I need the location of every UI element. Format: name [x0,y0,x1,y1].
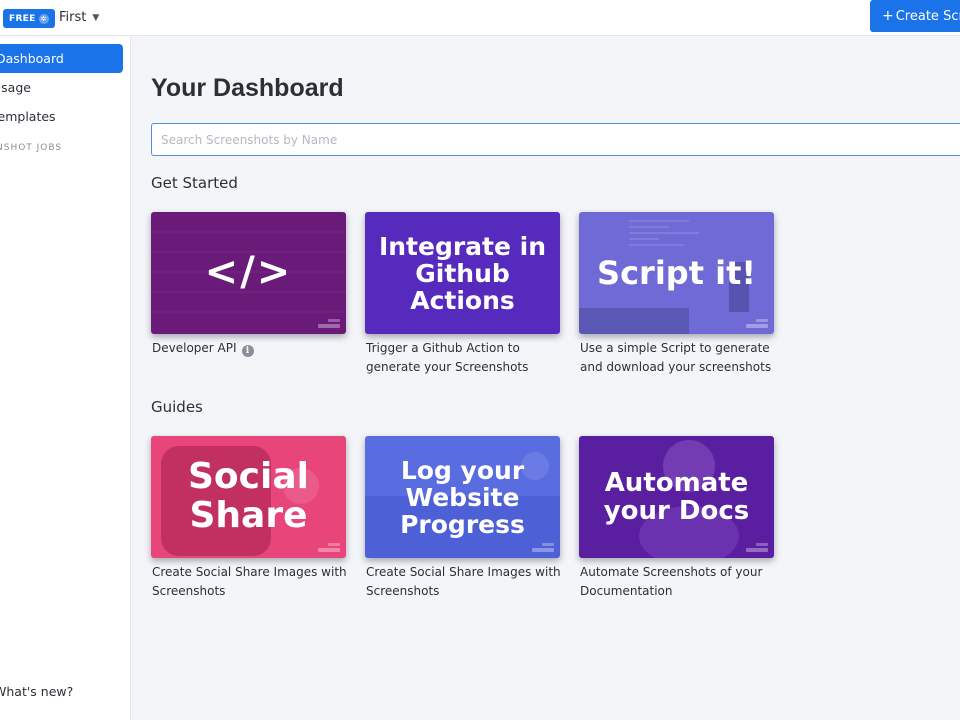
watermark [542,543,554,546]
script-it-card[interactable]: Script it! [579,212,774,334]
github-actions-caption: Trigger a Github Action to generate your… [366,341,529,374]
whats-new-label: What's new? [0,684,74,699]
create-screenshot-button[interactable]: + Create Scre [870,0,960,32]
plan-badge[interactable]: FREE ✲ [3,9,55,28]
automate-docs-caption: Automate Screenshots of your Documentati… [580,565,763,598]
automate-docs-card[interactable]: Automate your Docs [579,436,774,558]
page-title: Your Dashboard [151,74,344,102]
log-progress-caption: Create Social Share Images with Screensh… [366,565,561,598]
social-share-card[interactable]: Social Share [151,436,346,558]
watermark [318,324,340,328]
watermark [318,548,340,552]
developer-api-card[interactable]: </> [151,212,346,334]
info-icon[interactable]: i [241,345,254,357]
settings-icon: ✲ [38,13,49,24]
sidebar: Dashboard Usage Templates NSHOT JOBS Wha… [0,36,131,720]
card-image-text: </> [204,249,293,296]
watermark [532,548,554,552]
watermark [328,319,340,322]
script-it-caption: Use a simple Script to generate and down… [580,341,772,374]
watermark [328,543,340,546]
caption-text: Developer API [152,341,237,355]
create-button-label: Create Scre [895,8,960,24]
card-image-text: Automate your Docs [603,467,750,526]
watermark [756,319,768,322]
social-share-caption: Create Social Share Images with Screensh… [152,565,347,598]
card-image-text: Social Share [188,456,309,536]
plus-icon: + [882,8,894,24]
workspace-name: First [59,10,87,25]
developer-api-caption: Developer API i [152,339,352,358]
sidebar-item-templates[interactable]: Templates [0,102,123,131]
workspace-switcher[interactable]: First ▼ [59,10,99,25]
plan-badge-label: FREE [9,13,36,24]
get-started-heading: Get Started [151,174,238,192]
sidebar-item-dashboard[interactable]: Dashboard [0,44,123,73]
watermark [756,543,768,546]
card-image-text: Integrate in Github Actions [378,231,547,315]
sidebar-item-label: Usage [0,80,31,95]
card-image-text: Script it! [597,253,756,292]
watermark [746,548,768,552]
guides-heading: Guides [151,398,203,416]
chevron-down-icon: ▼ [92,12,100,23]
sidebar-section-label: NSHOT JOBS [0,143,63,153]
top-bar: FREE ✲ First ▼ + Create Scre [0,0,960,36]
search-input[interactable] [151,123,960,156]
card-image-text: Log your Website Progress [400,455,525,539]
whats-new-link[interactable]: What's new? [0,684,73,699]
sidebar-section-screenshot-jobs: NSHOT JOBS [0,143,62,153]
log-progress-card[interactable]: Log your Website Progress [365,436,560,558]
sidebar-item-usage[interactable]: Usage [0,73,123,102]
github-actions-card[interactable]: Integrate in Github Actions [365,212,560,334]
sidebar-item-label: Templates [0,109,56,124]
sidebar-item-label: Dashboard [0,51,64,66]
watermark [746,324,768,328]
